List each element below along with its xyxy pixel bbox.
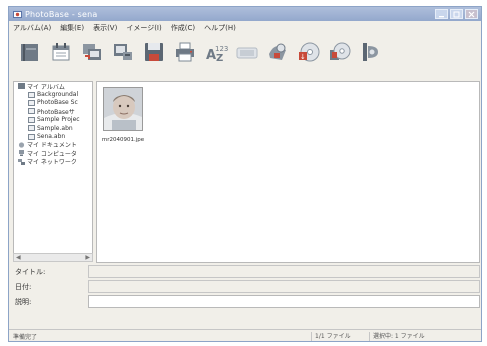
album-file-icon: [28, 91, 35, 98]
description-label: 説明:: [15, 298, 32, 306]
scroll-right-icon[interactable]: ▶: [85, 254, 90, 261]
window-controls: [435, 9, 478, 19]
svg-text:123: 123: [215, 45, 228, 53]
album-file-icon: [28, 133, 35, 140]
album-icon[interactable]: [17, 39, 43, 65]
import-icon[interactable]: [79, 39, 105, 65]
status-file-count: 1/1 ファイル: [311, 332, 367, 341]
tree-item-album[interactable]: PhotoBaseサ: [14, 107, 92, 116]
menu-bar: アルバム(A) 編集(E) 表示(V) イメージ(I) 作成(C) ヘルプ(H): [9, 21, 481, 34]
date-row: 日付:: [9, 280, 481, 294]
title-field[interactable]: [88, 265, 480, 278]
thumbnail-view[interactable]: mr2040901.jpe: [96, 81, 480, 263]
scroll-left-icon[interactable]: ◀: [16, 254, 21, 261]
save-icon[interactable]: [141, 39, 167, 65]
thumbnail-filename: mr2040901.jpe: [101, 137, 145, 143]
folder-tree[interactable]: マイ アルバム Backgroundal PhotoBase Sc PhotoB…: [13, 81, 93, 261]
status-bar: 準備完了 1/1 ファイル 選択中: 1 ファイル: [9, 329, 481, 341]
menu-view[interactable]: 表示(V): [93, 23, 117, 33]
documents-icon: [18, 142, 25, 148]
toolbar: A 123 Z ↓: [9, 35, 481, 69]
tree-label: PhotoBase Sc: [37, 99, 78, 107]
tree-item-album[interactable]: Sample Projec: [14, 116, 92, 124]
tree-label: Sample.abn: [37, 124, 73, 132]
album-file-icon: [28, 108, 35, 115]
tree-item-album[interactable]: Backgroundal: [14, 90, 92, 98]
wallpaper-icon[interactable]: [265, 39, 291, 65]
minimize-button[interactable]: [435, 9, 448, 19]
album-file-icon: [28, 125, 35, 132]
tree-label: Sample Projec: [37, 116, 80, 124]
cd-icon[interactable]: ↓: [296, 39, 322, 65]
video-icon[interactable]: [358, 39, 384, 65]
date-field[interactable]: [88, 280, 480, 293]
status-text: 準備完了: [13, 334, 38, 341]
menu-help[interactable]: ヘルプ(H): [204, 23, 236, 33]
status-selection: 選択中: 1 ファイル: [369, 332, 481, 341]
slideshow-icon[interactable]: [234, 39, 260, 65]
network-icon: [18, 158, 25, 165]
maximize-button[interactable]: [450, 9, 463, 19]
tree-item-my-network[interactable]: マイ ネットワーク: [14, 158, 92, 166]
calendar-icon[interactable]: [48, 39, 74, 65]
tree-label: マイ ネットワーク: [27, 159, 77, 167]
tree-item-album[interactable]: Sample.abn: [14, 124, 92, 132]
svg-text:↓: ↓: [300, 53, 306, 61]
menu-edit[interactable]: 編集(E): [60, 23, 84, 33]
title-row: タイトル:: [9, 265, 481, 279]
cd-write-icon[interactable]: [327, 39, 353, 65]
menu-album[interactable]: アルバム(A): [13, 23, 51, 33]
tree-label: PhotoBaseサ: [37, 108, 75, 116]
computer-icon: [19, 150, 24, 157]
tree-label: マイ アルバム: [27, 83, 65, 91]
album-file-icon: [28, 116, 35, 123]
tree-label: Sena.abn: [37, 133, 66, 141]
baby-photo-thumbnail[interactable]: [103, 87, 143, 131]
print-icon[interactable]: [172, 39, 198, 65]
app-icon: [12, 9, 22, 19]
date-label: 日付:: [15, 283, 32, 291]
menu-image[interactable]: イメージ(I): [126, 23, 161, 33]
close-button[interactable]: [465, 9, 478, 19]
title-bar[interactable]: PhotoBase - sena: [9, 7, 481, 21]
description-row: 説明:: [9, 295, 481, 309]
window-title: PhotoBase - sena: [25, 9, 98, 19]
album-folder-icon: [18, 83, 25, 90]
title-label: タイトル:: [15, 268, 46, 276]
description-field[interactable]: [88, 295, 480, 308]
tree-root-my-albums[interactable]: マイ アルバム: [14, 82, 92, 91]
tree-horizontal-scrollbar[interactable]: ◀ ▶: [13, 253, 93, 262]
photobase-window: PhotoBase - sena アルバム(A) 編集(E) 表示(V) イメー…: [8, 6, 482, 342]
svg-text:Z: Z: [216, 53, 223, 64]
thumbnail-item[interactable]: mr2040901.jpe: [101, 85, 145, 147]
export-icon[interactable]: [110, 39, 136, 65]
tree-label: Backgroundal: [37, 91, 79, 99]
sort-icon[interactable]: A 123 Z: [203, 39, 229, 65]
album-file-icon: [28, 99, 35, 106]
menu-create[interactable]: 作成(C): [171, 23, 195, 33]
